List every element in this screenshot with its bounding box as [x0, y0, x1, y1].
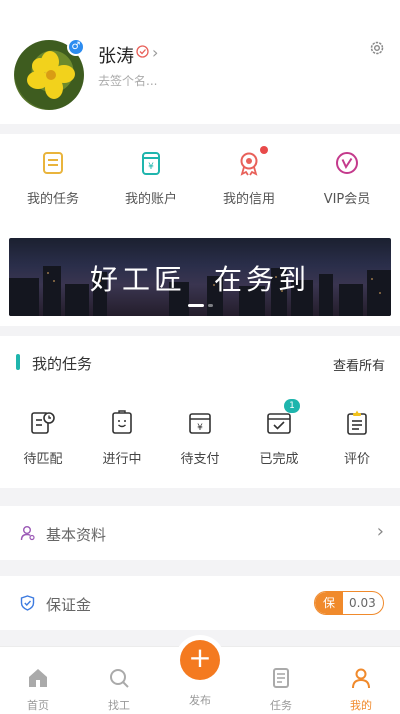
view-all-link[interactable]: 查看所有	[333, 355, 385, 374]
task-document-icon	[273, 668, 289, 688]
deposit-amount-pill: 保 0.03	[314, 591, 384, 615]
notification-dot	[260, 146, 268, 154]
shortcut-my-account[interactable]: ¥ 我的账户	[111, 150, 191, 207]
tab-home[interactable]: 首页	[8, 667, 68, 713]
user-name[interactable]: 张涛	[98, 42, 134, 68]
deposit-label: 保证金	[46, 596, 92, 614]
completed-icon: 1	[266, 399, 300, 436]
shield-icon	[20, 595, 35, 611]
banner-text-right: 在务到	[214, 263, 311, 296]
section-accent-bar	[16, 354, 20, 370]
my-tasks-title: 我的任务	[32, 355, 93, 373]
deposit-tag: 保	[315, 592, 343, 614]
carousel-dot	[207, 304, 213, 307]
tab-label: 我的	[350, 699, 372, 712]
in-progress-icon	[109, 410, 135, 436]
vip-icon	[334, 150, 360, 176]
task-in-progress[interactable]: 进行中	[82, 410, 162, 467]
banner-slogan: 好工匠 在务到	[9, 258, 391, 298]
pending-match-icon	[30, 410, 56, 436]
my-tasks-section: 我的任务 查看所有 待匹配 进行中 ¥ 待支付 1 已完成 评价	[0, 336, 400, 488]
tab-publish-label[interactable]: 发布	[170, 692, 230, 708]
task-list-icon	[40, 150, 66, 176]
signature-text[interactable]: 去签个名...	[98, 72, 157, 89]
task-label: 评价	[343, 452, 370, 467]
male-icon: ♂	[67, 38, 85, 56]
shortcut-label: 我的账户	[124, 192, 177, 207]
user-icon	[352, 668, 370, 689]
review-icon	[344, 410, 370, 436]
carousel-indicator	[9, 295, 391, 314]
task-label: 已完成	[259, 452, 299, 467]
bottom-tab-bar: 首页 找工 + 发布 任务 我的	[0, 635, 400, 714]
banner-text-left: 好工匠	[89, 263, 186, 296]
shortcut-my-tasks[interactable]: 我的任务	[13, 150, 93, 207]
deposit-row[interactable]: 保证金 保 0.03	[0, 576, 400, 630]
task-pending-match[interactable]: 待匹配	[3, 410, 83, 467]
publish-plus-button[interactable]: +	[180, 640, 220, 680]
verified-icon	[136, 45, 149, 58]
completed-count-badge: 1	[284, 399, 300, 413]
promo-banner[interactable]: 好工匠 在务到	[9, 238, 391, 316]
tab-label: 任务	[270, 699, 292, 712]
task-pending-payment[interactable]: ¥ 待支付	[160, 410, 240, 467]
task-completed[interactable]: 1 已完成	[239, 399, 319, 467]
profile-header: ♂ 张涛 › 去签个名...	[0, 0, 400, 124]
tab-label: 找工	[108, 699, 130, 712]
task-label: 待支付	[180, 452, 220, 467]
shortcut-label: 我的信用	[222, 192, 275, 207]
tab-find-worker[interactable]: 找工	[89, 667, 149, 713]
profile-chevron-icon[interactable]: ›	[152, 43, 158, 62]
svg-text:¥: ¥	[197, 423, 203, 433]
basic-info-label: 基本资料	[46, 526, 107, 544]
svg-text:¥: ¥	[148, 162, 154, 172]
deposit-amount: 0.03	[349, 596, 376, 610]
tab-mine[interactable]: 我的	[331, 667, 391, 713]
credit-medal-icon	[236, 146, 268, 176]
tab-tasks[interactable]: 任务	[251, 667, 311, 713]
task-label: 待匹配	[23, 452, 63, 467]
banner-section: 好工匠 在务到	[0, 226, 400, 326]
shortcut-my-credit[interactable]: 我的信用	[209, 146, 289, 207]
carousel-dot-active	[187, 304, 204, 307]
task-review[interactable]: 评价	[317, 410, 397, 467]
user-info-icon	[20, 526, 35, 541]
shortcut-grid: 我的任务 ¥ 我的账户 我的信用 VIP会员	[0, 134, 400, 226]
pending-payment-icon: ¥	[187, 410, 213, 436]
chevron-right-icon: ›	[376, 521, 384, 542]
wallet-icon: ¥	[138, 150, 164, 176]
home-icon	[29, 669, 47, 687]
shortcut-vip[interactable]: VIP会员	[307, 150, 387, 207]
tab-label: 首页	[27, 699, 49, 712]
search-icon	[110, 669, 129, 688]
shortcut-label: 我的任务	[26, 192, 79, 207]
basic-info-row[interactable]: 基本资料 ›	[0, 506, 400, 560]
shortcut-label: VIP会员	[323, 192, 371, 207]
settings-gear-icon[interactable]	[368, 39, 386, 57]
task-label: 进行中	[102, 452, 142, 467]
